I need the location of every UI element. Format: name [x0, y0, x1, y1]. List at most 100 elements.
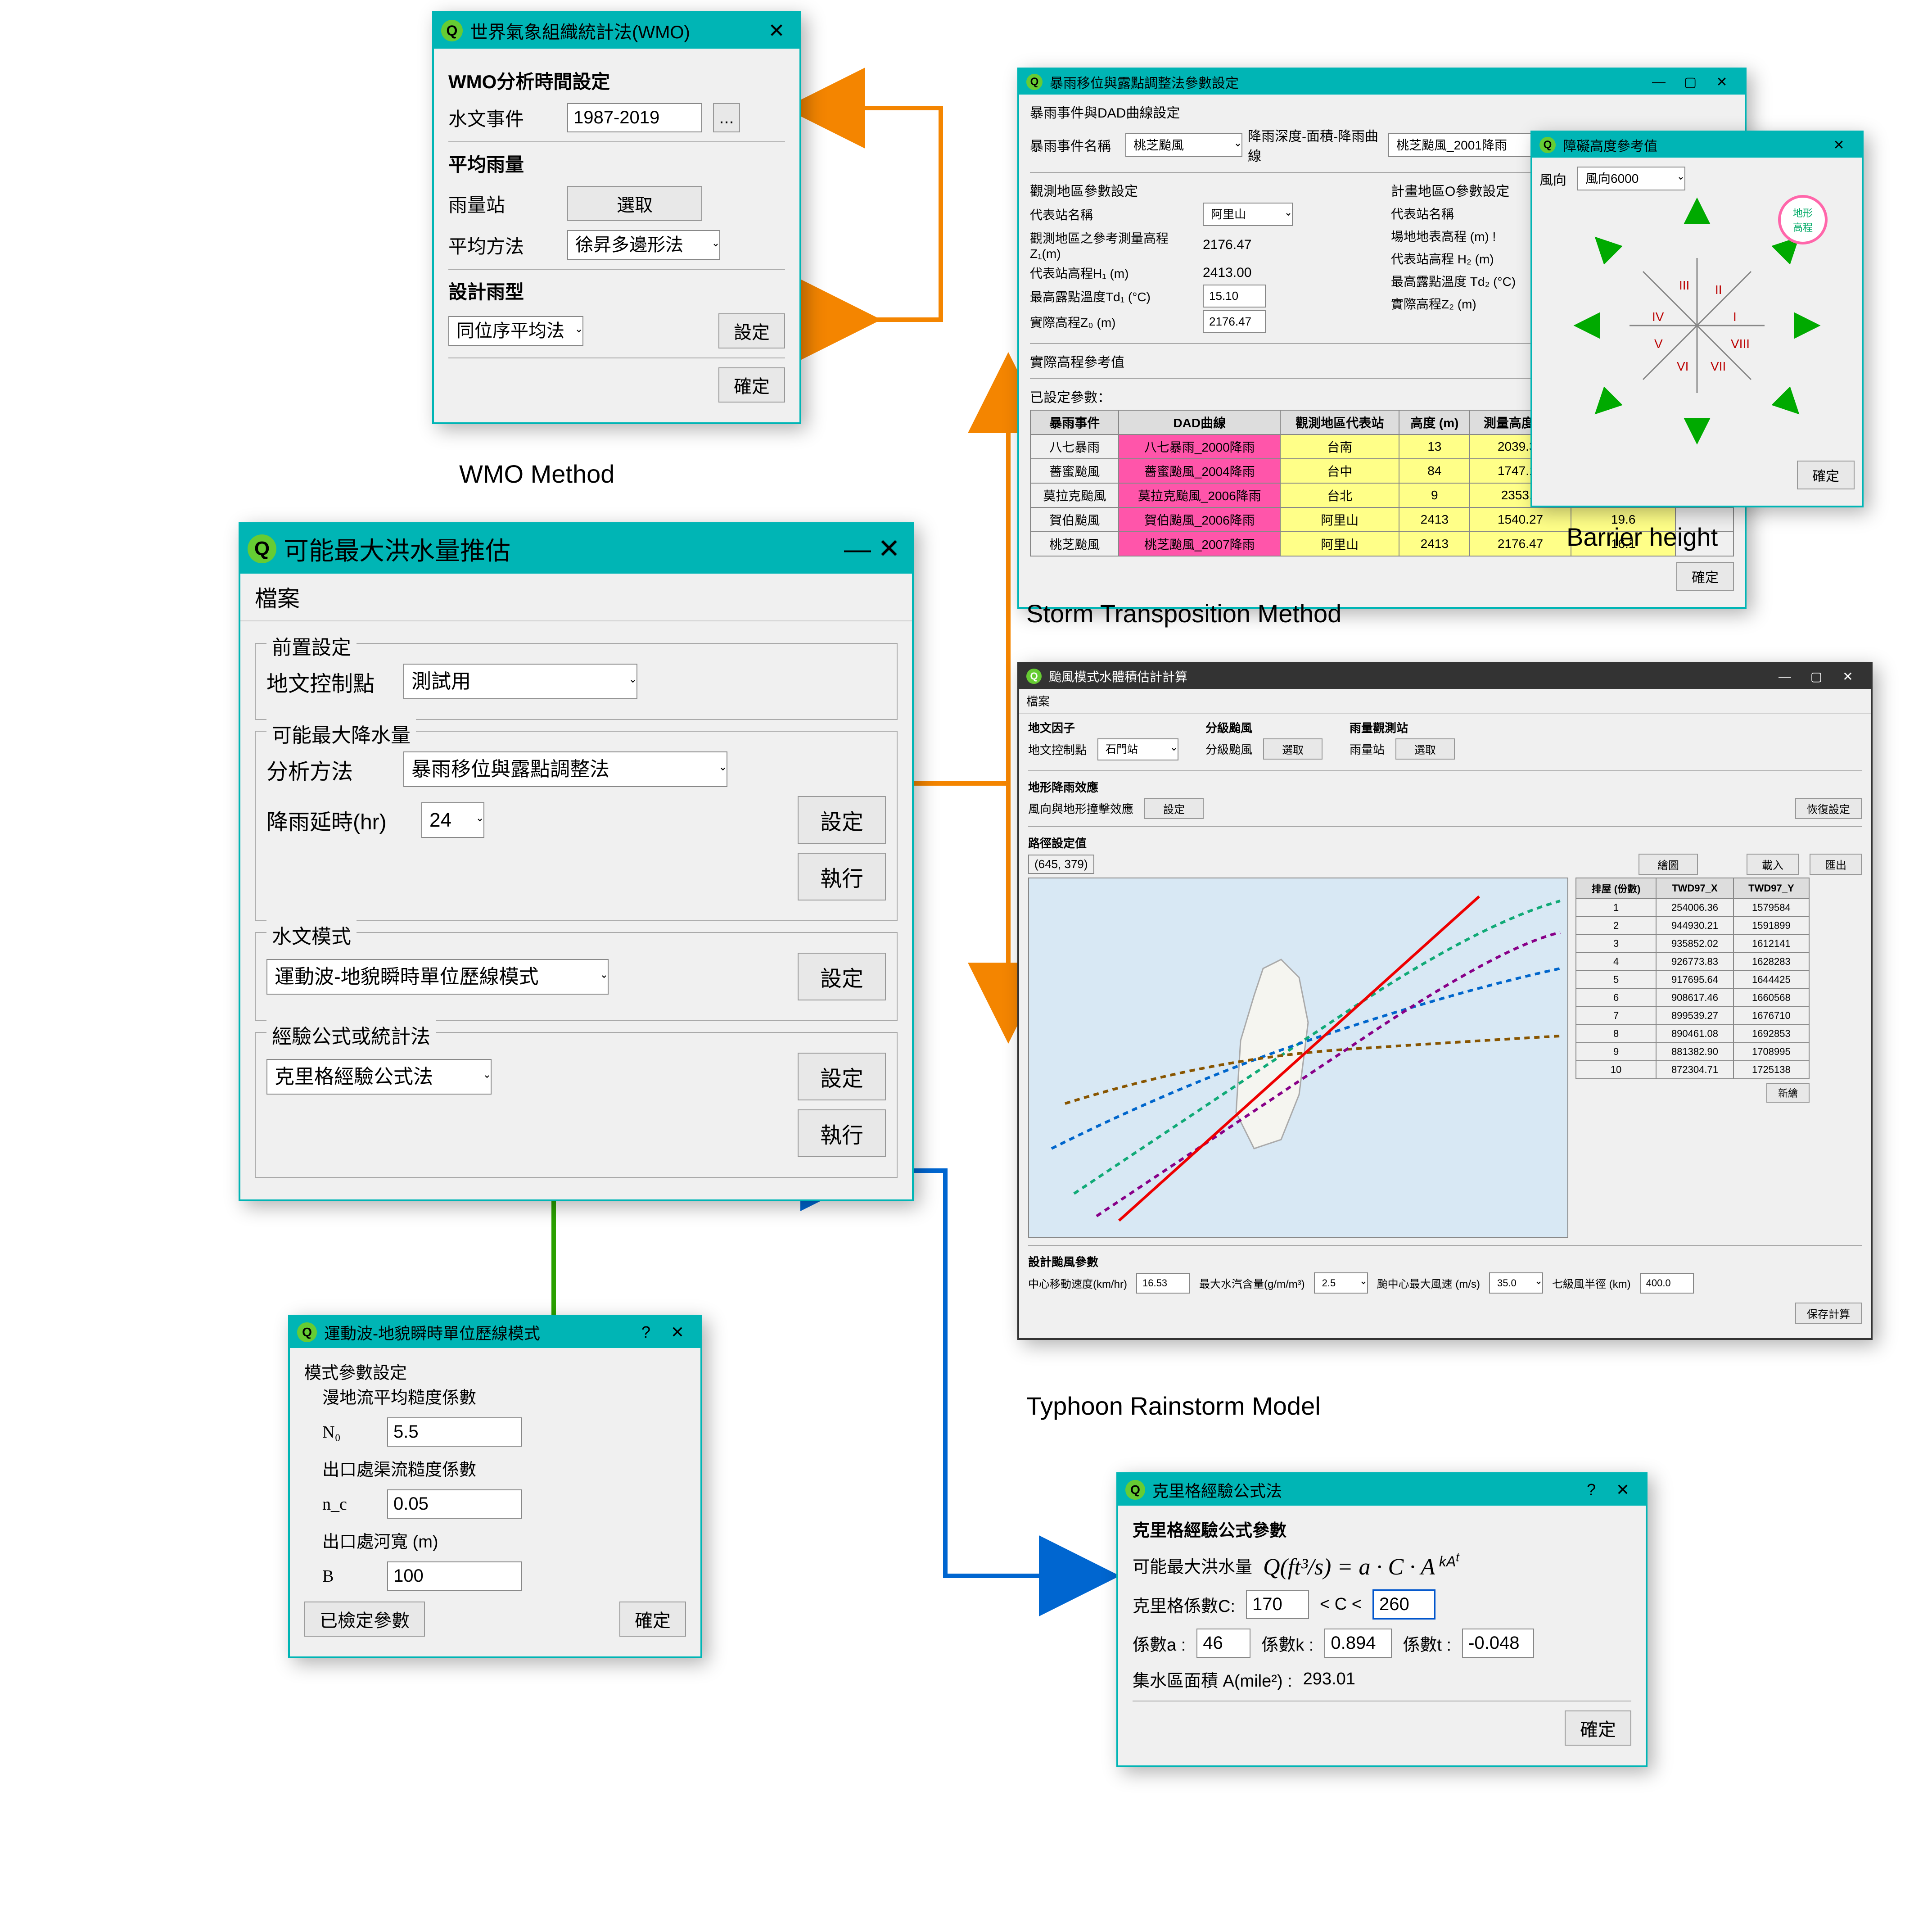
pmp-set-button[interactable]: 設定: [798, 796, 886, 844]
emp-group: 經驗公式或統計法 克里格經驗公式法 設定 執行: [255, 1032, 898, 1178]
wind-effect-label: 風向與地形撞擊效應: [1028, 800, 1133, 817]
direction-select[interactable]: 風向6000: [1577, 167, 1685, 190]
station-label: 雨量站: [448, 190, 556, 217]
checked-params-button[interactable]: 已檢定參數: [304, 1602, 425, 1637]
coord-display: (645, 379): [1028, 855, 1094, 874]
arrow-n-icon[interactable]: ▲: [1670, 181, 1724, 235]
minimize-icon[interactable]: —: [1769, 669, 1801, 683]
maximize-icon[interactable]: ▢: [1675, 74, 1706, 90]
arrow-s-icon[interactable]: ▲: [1670, 407, 1724, 461]
a-input[interactable]: [1196, 1629, 1250, 1658]
typhoon-map[interactable]: [1028, 878, 1568, 1238]
kw-ok-button[interactable]: 確定: [619, 1602, 686, 1637]
max-dew-input[interactable]: [1203, 285, 1266, 308]
actual-elev-label: 實際高程Z₀ (m): [1030, 313, 1192, 331]
emp-run-button[interactable]: 執行: [798, 1109, 886, 1157]
close-icon[interactable]: ✕: [1823, 137, 1855, 153]
maximize-icon[interactable]: ▢: [1801, 669, 1832, 684]
import-button[interactable]: 載入: [1747, 854, 1799, 875]
barrier-ok-button[interactable]: 確定: [1797, 461, 1855, 489]
t-label: 係數t :: [1403, 1631, 1451, 1656]
radius-input[interactable]: [1640, 1273, 1694, 1294]
actual-elev-input[interactable]: [1203, 310, 1266, 333]
compass-rose: I II III IV V VI VII VIII ▲ ▲ ▲ ▲ ▲ ▲ ▲ …: [1571, 199, 1823, 452]
k-input[interactable]: [1324, 1629, 1392, 1658]
storm-ok-button[interactable]: 確定: [1676, 562, 1734, 591]
restore-button[interactable]: 恢復設定: [1795, 798, 1862, 819]
close-icon[interactable]: ✕: [873, 533, 905, 565]
arrow-e-icon[interactable]: ▲: [1783, 299, 1837, 353]
wmo-ok-button[interactable]: 確定: [718, 367, 785, 403]
params-sec-label: 設計颱風參數: [1028, 1253, 1862, 1270]
terrain-sec-label: 地形降雨效應: [1028, 778, 1862, 795]
n0-input[interactable]: [387, 1417, 522, 1447]
t-input[interactable]: [1462, 1629, 1534, 1658]
period-input[interactable]: [567, 103, 702, 132]
close-icon[interactable]: ✕: [761, 19, 792, 42]
class-select-button[interactable]: 選取: [1263, 738, 1323, 760]
ana-method-select[interactable]: 暴雨移位與露點調整法: [403, 751, 727, 787]
arrow-se-icon[interactable]: ▲: [1753, 368, 1830, 445]
export-button[interactable]: 匯出: [1810, 854, 1862, 875]
moisture-select[interactable]: 2.5: [1314, 1272, 1368, 1294]
pmp-run-button[interactable]: 執行: [798, 853, 886, 900]
close-icon[interactable]: ✕: [1832, 669, 1864, 684]
svg-text:V: V: [1654, 337, 1663, 351]
typhoon-track-table[interactable]: 排屋 (份數)TWD97_XTWD97_Y1254006.36157958429…: [1575, 878, 1810, 1079]
speed-input[interactable]: [1136, 1273, 1190, 1294]
rain-pattern-select[interactable]: 同位序平均法: [448, 316, 583, 346]
obs-select-button[interactable]: 選取: [1395, 738, 1455, 760]
b-symbol: B: [322, 1566, 376, 1586]
draw-button[interactable]: 繪圖: [1639, 854, 1698, 875]
kw-title: 運動波-地貌瞬時單位歷線模式: [324, 1321, 540, 1344]
app-icon: Q: [297, 1322, 317, 1342]
geo-ctrl-select[interactable]: 測試用: [403, 664, 637, 699]
geo-factor-label: 地文因子: [1028, 719, 1178, 736]
arrow-w-icon[interactable]: ▲: [1557, 299, 1612, 353]
wmo-set-button[interactable]: 設定: [718, 313, 785, 348]
maxwind-select[interactable]: 35.0: [1489, 1272, 1543, 1294]
menu-file[interactable]: 檔案: [240, 574, 912, 621]
nc-input[interactable]: [387, 1489, 522, 1519]
hydro-model-select[interactable]: 運動波-地貌瞬時單位歷線模式: [266, 959, 609, 995]
hydro-set-button[interactable]: 設定: [798, 953, 886, 1000]
terrain-set-button[interactable]: 設定: [1144, 798, 1204, 819]
rep-station-select[interactable]: 阿里山: [1203, 203, 1293, 226]
avg-method-select[interactable]: 徐昇多邊形法: [567, 230, 720, 260]
c-lo-input[interactable]: [1246, 1590, 1309, 1619]
help-icon[interactable]: ?: [630, 1323, 662, 1342]
app-icon: Q: [1026, 74, 1043, 90]
rep-elev-label: 代表站高程H₁ (m): [1030, 264, 1192, 282]
close-icon[interactable]: ✕: [662, 1323, 693, 1342]
n0-label: 漫地流平均糙度係數: [322, 1384, 686, 1408]
storm-caption: Storm Transposition Method: [1026, 599, 1341, 628]
close-icon[interactable]: ✕: [1706, 74, 1738, 90]
minimize-icon[interactable]: —: [842, 534, 873, 565]
c-hi-input[interactable]: [1372, 1589, 1435, 1620]
rep-elev-value: 2413.00: [1203, 265, 1251, 281]
barrier-titlebar: Q 障礙高度參考值 ✕: [1532, 132, 1862, 158]
rain-curve-select[interactable]: 桃芝颱風_2001降雨: [1388, 133, 1541, 157]
select-station-button[interactable]: 選取: [567, 186, 702, 221]
event-name-select[interactable]: 桃芝颱風: [1125, 133, 1242, 157]
duration-select[interactable]: 24: [421, 802, 484, 838]
creager-ok-button[interactable]: 確定: [1565, 1710, 1631, 1746]
emp-set-button[interactable]: 設定: [798, 1053, 886, 1100]
storm-title: 暴雨移位與露點調整法參數設定: [1050, 72, 1239, 92]
app-icon: Q: [1539, 137, 1556, 153]
wmo-sec-avg: 平均雨量: [448, 149, 785, 177]
wmo-title: 世界氣象組織統計法(WMO): [470, 18, 690, 44]
emp-select[interactable]: 克里格經驗公式法: [266, 1059, 492, 1095]
typhoon-menu-file[interactable]: 檔案: [1019, 689, 1871, 714]
kw-titlebar: Q 運動波-地貌瞬時單位歷線模式 ? ✕: [290, 1317, 700, 1348]
obs-sec-label: 觀測地區參數設定: [1030, 180, 1373, 200]
browse-button[interactable]: ...: [713, 103, 740, 132]
close-icon[interactable]: ✕: [1607, 1480, 1639, 1499]
geo-ctl-select[interactable]: 石門站: [1097, 738, 1178, 760]
replot-button[interactable]: 新繪: [1766, 1083, 1810, 1103]
help-icon[interactable]: ?: [1575, 1480, 1607, 1499]
obs-elev-value: 2176.47: [1203, 237, 1251, 253]
save-params-button[interactable]: 保存計算: [1795, 1303, 1862, 1324]
b-input[interactable]: [387, 1561, 522, 1591]
minimize-icon[interactable]: —: [1643, 74, 1675, 90]
